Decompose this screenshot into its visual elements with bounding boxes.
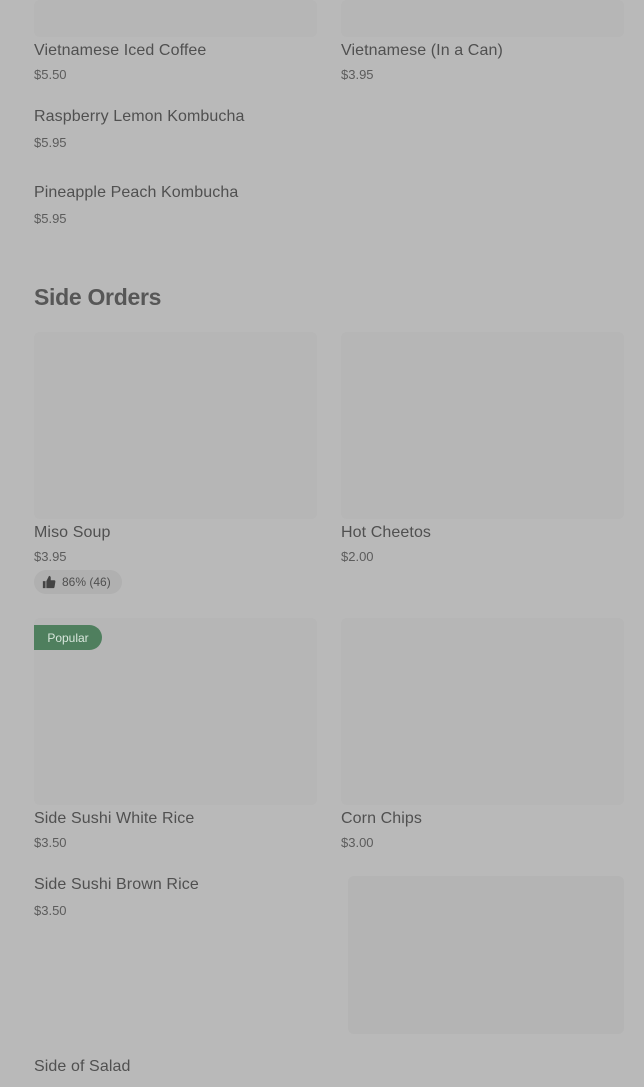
- item-price: $3.95: [341, 67, 374, 82]
- item-price: $5.95: [34, 135, 67, 150]
- item-price: $5.50: [34, 67, 67, 82]
- item-name[interactable]: Side Sushi Brown Rice: [34, 876, 199, 894]
- item-name[interactable]: Hot Cheetos: [341, 524, 431, 542]
- item-image[interactable]: [34, 0, 317, 37]
- item-name[interactable]: Side Sushi White Rice: [34, 810, 194, 828]
- section-title: Side Orders: [34, 284, 162, 310]
- item-image[interactable]: [341, 618, 624, 805]
- rating-text: 86% (46): [62, 575, 111, 589]
- item-name[interactable]: Raspberry Lemon Kombucha: [34, 108, 245, 126]
- item-name[interactable]: Pineapple Peach Kombucha: [34, 184, 238, 202]
- thumbs-up-icon: [42, 575, 56, 589]
- item-name[interactable]: Vietnamese (In a Can): [341, 42, 503, 60]
- rating-badge: 86% (46): [34, 570, 122, 594]
- item-name[interactable]: Corn Chips: [341, 810, 422, 828]
- item-image[interactable]: [34, 332, 317, 519]
- item-name[interactable]: Vietnamese Iced Coffee: [34, 42, 206, 60]
- item-price: $3.50: [34, 835, 67, 850]
- item-name[interactable]: Side of Salad: [34, 1058, 130, 1076]
- item-price: $3.50: [34, 903, 67, 918]
- item-image[interactable]: [341, 0, 624, 37]
- item-name[interactable]: Miso Soup: [34, 524, 111, 542]
- item-price: $3.00: [341, 835, 374, 850]
- item-price: $3.95: [34, 549, 67, 564]
- item-image[interactable]: [348, 876, 624, 1034]
- item-price: $5.95: [34, 211, 67, 226]
- item-price: $2.00: [341, 549, 374, 564]
- item-image[interactable]: [341, 332, 624, 519]
- popular-badge: Popular: [34, 625, 102, 650]
